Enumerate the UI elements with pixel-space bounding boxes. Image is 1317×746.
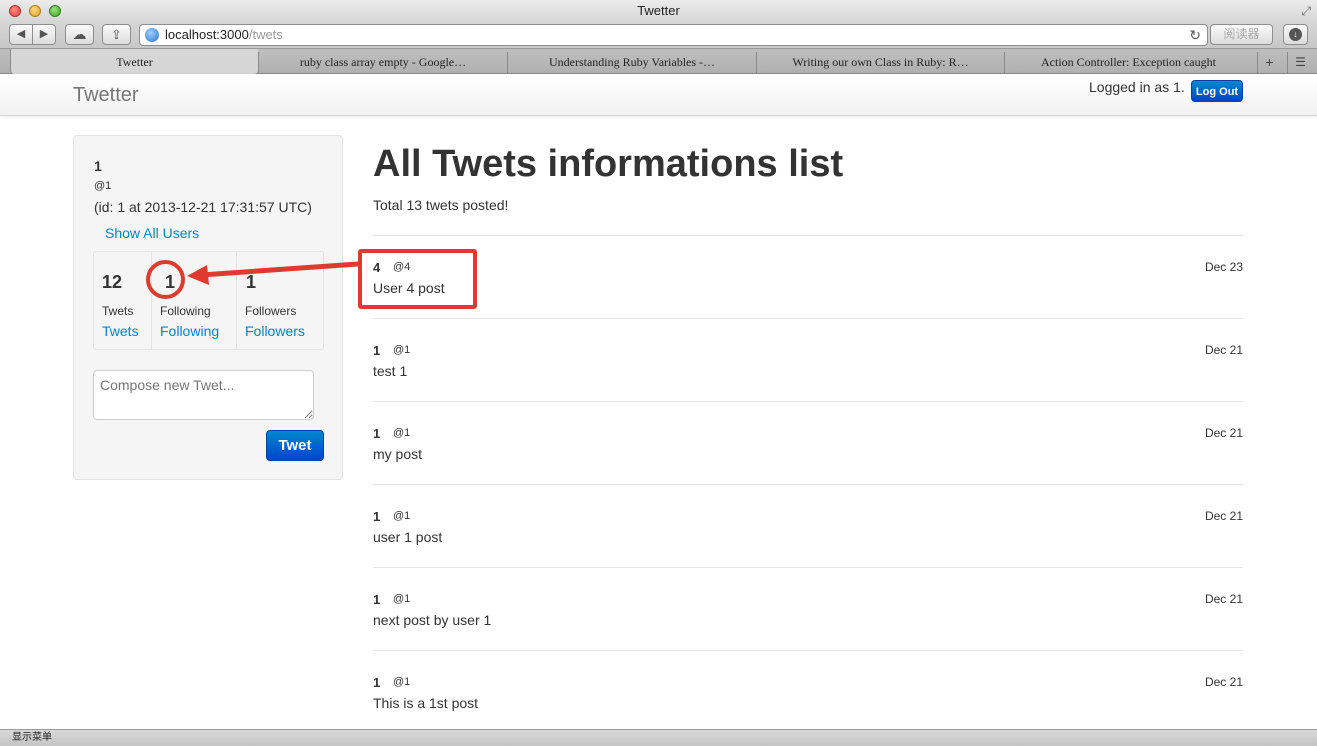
site-navbar: Twetter Logged in as 1. Log Out (0, 74, 1317, 116)
tweet-body: This is a 1st post (373, 695, 479, 711)
total-twets-text: Total 13 twets posted! (373, 197, 509, 213)
twet-button[interactable]: Twet (266, 430, 324, 461)
tab-writing-class[interactable]: Writing our own Class in Ruby: R… (756, 52, 1004, 73)
divider (373, 650, 1243, 651)
cloud-icon: ☁ (72, 26, 87, 42)
tweet-date: Dec 21 (1204, 426, 1243, 440)
window-titlebar: Twetter ⤢ (0, 0, 1317, 22)
tweet-author-name: 1 (373, 426, 381, 441)
user-handle: @1 (94, 180, 112, 192)
user-id-line: (id: 1 at 2013-12-21 17:31:57 UTC) (94, 199, 312, 215)
globe-icon (145, 28, 159, 42)
divider (373, 401, 1243, 402)
zoom-window-button[interactable] (49, 5, 61, 17)
reader-button[interactable]: 阅读器 (1210, 24, 1273, 45)
reload-icon[interactable]: ↻ (1189, 25, 1201, 45)
share-button[interactable]: ⇪ (102, 24, 131, 45)
forward-arrow-icon: ▶ (39, 28, 49, 40)
window-title: Twetter (637, 3, 680, 18)
tweet-author-name: 1 (373, 675, 381, 690)
annotation-arrow-icon (187, 261, 360, 285)
back-arrow-icon: ◀ (16, 28, 26, 40)
tweet-author-name: 1 (373, 592, 381, 607)
back-button[interactable]: ◀ (9, 24, 33, 45)
tweet-author-handle: @1 (393, 344, 411, 356)
annotation-highlight-box (358, 249, 477, 309)
download-icon: ↓ (1289, 28, 1302, 41)
user-sidebar: 1 @1 (id: 1 at 2013-12-21 17:31:57 UTC) … (73, 135, 343, 480)
tab-bar: Twetter ruby class array empty - Google…… (0, 48, 1317, 74)
tweet-body: my post (373, 446, 423, 462)
divider (373, 567, 1243, 568)
tab-ruby-class-array[interactable]: ruby class array empty - Google… (258, 52, 507, 73)
tab-overview-icon[interactable]: ☰ (1287, 52, 1313, 73)
tab-action-controller[interactable]: Action Controller: Exception caught (1004, 52, 1252, 73)
tweet-date: Dec 21 (1204, 343, 1243, 357)
divider (373, 484, 1243, 485)
logged-in-text: Logged in as 1. (1089, 79, 1185, 95)
tweet-author-handle: @1 (393, 593, 411, 605)
annotation-highlight-circle (146, 260, 185, 299)
status-bar: 显示菜单 (0, 729, 1317, 746)
followers-label: Followers (245, 304, 297, 318)
downloads-button[interactable]: ↓ (1283, 24, 1308, 45)
tab-ruby-variables[interactable]: Understanding Ruby Variables -… (507, 52, 756, 73)
icloud-tabs-button[interactable]: ☁ (65, 24, 94, 45)
url-host: localhost:3000 (165, 27, 249, 42)
url-path: /twets (248, 27, 283, 42)
compose-twet-input[interactable] (93, 370, 314, 420)
show-all-users-link[interactable]: Show All Users (105, 225, 199, 241)
tweet-body: user 1 post (373, 529, 443, 545)
followers-link[interactable]: Followers (245, 323, 305, 339)
status-text: 显示菜单 (12, 732, 52, 743)
following-link[interactable]: Following (160, 323, 219, 339)
user-name: 1 (94, 158, 102, 174)
stat-twets: 12 Twets Twets (94, 252, 152, 349)
tweet-date: Dec 21 (1204, 592, 1243, 606)
logout-button[interactable]: Log Out (1191, 80, 1243, 102)
twets-link[interactable]: Twets (102, 323, 139, 339)
tweet-author-name: 1 (373, 343, 381, 358)
tweet-date: Dec 21 (1204, 675, 1243, 689)
page-title: All Twets informations list (373, 143, 844, 185)
close-window-button[interactable] (9, 5, 21, 17)
tweet-author-handle: @1 (393, 510, 411, 522)
tweet-body: test 1 (373, 363, 408, 379)
tweet-body: next post by user 1 (373, 612, 492, 628)
tweet-author-name: 1 (373, 509, 381, 524)
divider (373, 235, 1243, 236)
share-icon: ⇪ (111, 27, 122, 42)
minimize-window-button[interactable] (29, 5, 41, 17)
tweet-date: Dec 21 (1204, 509, 1243, 523)
new-tab-icon[interactable]: + (1257, 52, 1281, 73)
brand-link[interactable]: Twetter (73, 84, 139, 107)
tweet-date: Dec 23 (1204, 260, 1243, 274)
url-text[interactable]: localhost:3000/twets (165, 25, 283, 45)
tab-twetter[interactable]: Twetter (10, 49, 258, 74)
address-bar[interactable]: localhost:3000/twets ↻ (139, 24, 1208, 46)
tweet-author-handle: @1 (393, 676, 411, 688)
browser-toolbar: ◀ ▶ ☁ ⇪ localhost:3000/twets ↻ 阅读器 ↓ (0, 22, 1317, 48)
forward-button[interactable]: ▶ (32, 24, 56, 45)
fullscreen-icon[interactable]: ⤢ (1301, 3, 1311, 19)
divider (373, 318, 1243, 319)
twets-label: Twets (102, 304, 134, 318)
tweet-author-handle: @1 (393, 427, 411, 439)
following-label: Following (160, 304, 211, 318)
twets-count: 12 (102, 272, 123, 292)
